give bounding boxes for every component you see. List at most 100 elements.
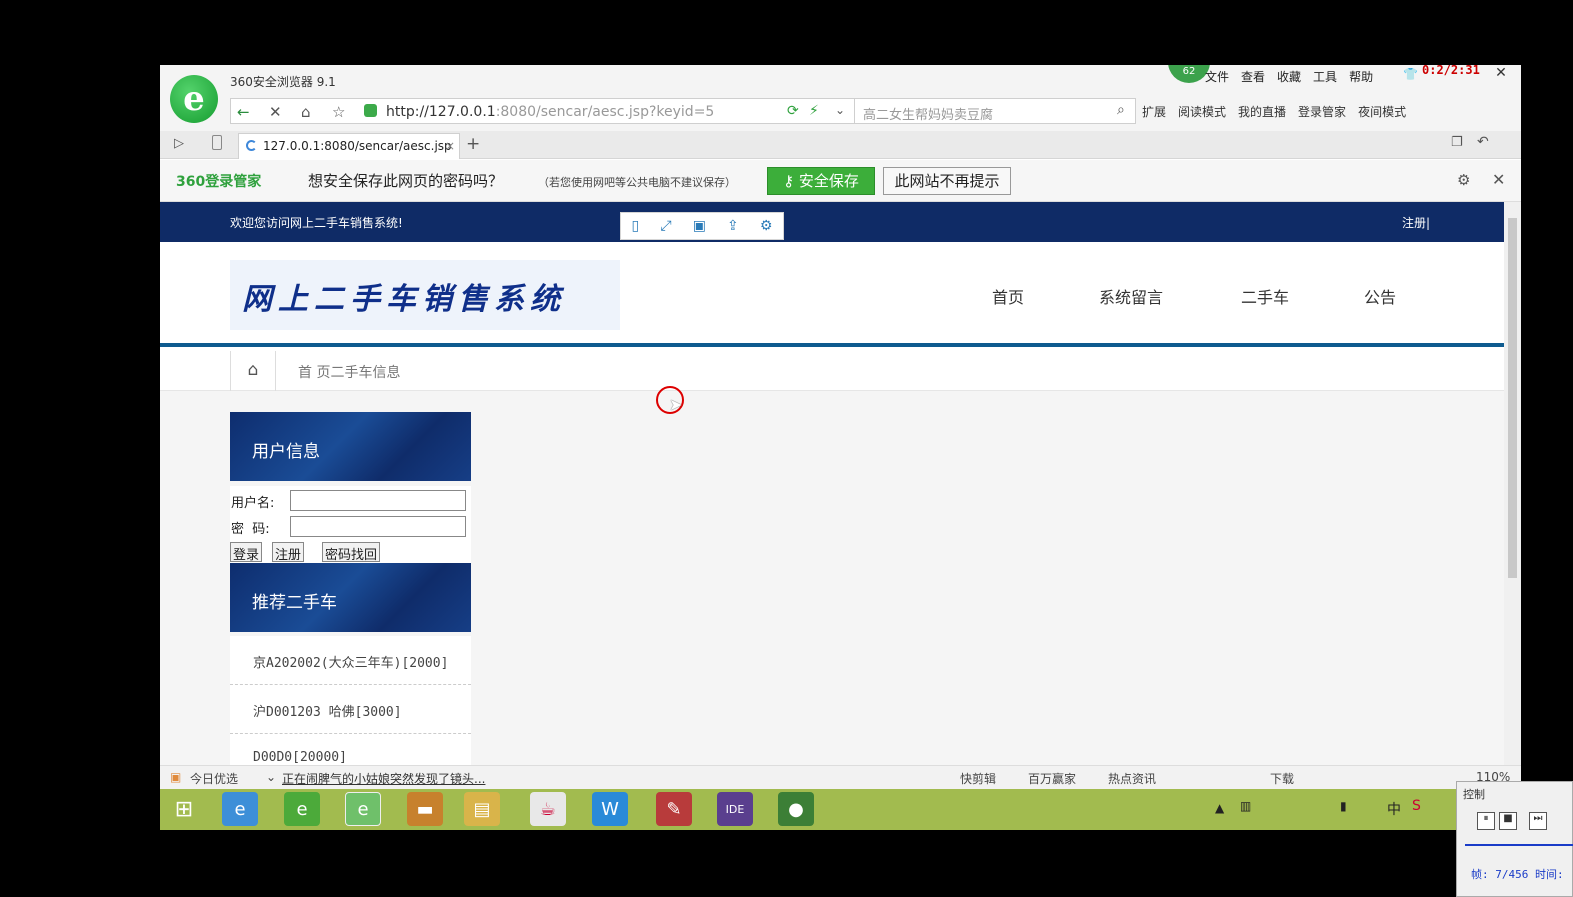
recording-timer: 0:2/2:31: [1422, 65, 1480, 77]
login-button[interactable]: 登录: [230, 542, 263, 563]
loading-spinner-icon: [246, 140, 257, 151]
360-browser-old-icon[interactable]: e: [284, 792, 320, 826]
stop-icon[interactable]: ✕: [269, 103, 282, 121]
control-title: 控制: [1463, 788, 1485, 801]
phone-icon[interactable]: ▯: [632, 218, 640, 234]
java-icon[interactable]: ☕: [530, 792, 566, 826]
browser-logo-icon: e: [170, 75, 218, 123]
sogou-icon[interactable]: S: [1412, 798, 1421, 814]
gift-icon: ▣: [170, 770, 182, 784]
download-button[interactable]: 下载: [1270, 770, 1294, 787]
password-field[interactable]: [290, 516, 466, 537]
daily-picks[interactable]: 今日优选: [190, 770, 238, 787]
password-save-bar: 360登录管家 想安全保存此网页的密码吗？ （若您使用网吧等公共电脑不建议保存）…: [160, 160, 1521, 202]
recorder-control-panel: 控制 ⏸ ■ ⏭ 帧: 7/456 时间:: [1456, 781, 1573, 897]
my-live-button[interactable]: 我的直播: [1238, 103, 1286, 120]
user-info-heading: 用户信息: [230, 412, 471, 481]
tray-up-icon[interactable]: ▲: [1215, 801, 1224, 815]
frame-counter: 帧: 7/456 时间:: [1471, 868, 1564, 881]
menu-help[interactable]: 帮助: [1349, 68, 1373, 85]
welcome-text: 欢迎您访问网上二手车销售系统!: [230, 216, 403, 230]
settings-icon[interactable]: ⚙: [760, 218, 773, 234]
register-button[interactable]: 注册: [272, 542, 305, 563]
new-tab-button[interactable]: +: [466, 134, 480, 154]
list-item[interactable]: 京A202002(大众三年车)[2000]: [230, 636, 471, 685]
login-manager-button[interactable]: 登录管家: [1298, 103, 1346, 120]
share-icon[interactable]: ⇪: [727, 218, 739, 234]
chevron-down-icon[interactable]: ⌄: [835, 103, 845, 117]
tray-network-icon[interactable]: ▥: [1240, 799, 1251, 813]
nav-messages[interactable]: 系统留言: [1099, 284, 1163, 308]
back-icon[interactable]: ←: [237, 103, 250, 121]
register-link[interactable]: 注册|: [1402, 214, 1430, 231]
next-frame-button[interactable]: ⏭: [1529, 812, 1547, 830]
url-field[interactable]: http://127.0.0.1:8080/sencar/aesc.jsp?ke…: [386, 104, 714, 120]
ie-icon[interactable]: e: [222, 792, 258, 826]
scrollbar-thumb[interactable]: [1508, 218, 1517, 578]
notepad-icon[interactable]: ✎: [656, 792, 692, 826]
site-logo[interactable]: 网上二手车销售系统: [230, 260, 620, 330]
360-browser-icon[interactable]: e: [345, 792, 381, 826]
undo-close-icon[interactable]: ↶: [1477, 134, 1489, 150]
night-mode-button[interactable]: 夜间模式: [1358, 103, 1406, 120]
javaee-ide-icon[interactable]: IDE: [717, 792, 753, 826]
folder-icon[interactable]: ▤: [464, 792, 500, 826]
menu-tools[interactable]: 工具: [1313, 68, 1337, 85]
ime-indicator[interactable]: 中: [1387, 799, 1401, 819]
score-badge[interactable]: 62: [1168, 65, 1210, 83]
username-field[interactable]: [290, 490, 466, 511]
close-window-button[interactable]: ✕: [1488, 65, 1514, 83]
start-button-icon[interactable]: ⊞: [166, 792, 202, 826]
page-scrollbar[interactable]: [1504, 202, 1521, 765]
menu-view[interactable]: 查看: [1241, 68, 1265, 85]
wps-icon[interactable]: W: [592, 792, 628, 826]
nav-home[interactable]: 首页: [992, 284, 1024, 308]
menu-file[interactable]: 文件: [1205, 68, 1229, 85]
password-note: （若您使用网吧等公共电脑不建议保存）: [538, 176, 736, 189]
tab-active[interactable]: 127.0.0.1:8080/sencar/aesc.jsp ×: [238, 133, 460, 159]
gear-icon[interactable]: ⚙: [1457, 171, 1470, 189]
secure-shield-icon: [364, 104, 377, 117]
close-tab-icon[interactable]: ×: [445, 139, 455, 153]
news-link[interactable]: 正在闹脾气的小姑娘突然发现了镜头...: [282, 770, 485, 787]
car-list: 京A202002(大众三年车)[2000] 沪D001203 哈佛[3000] …: [230, 636, 471, 783]
never-prompt-button[interactable]: 此网站不再提示: [883, 167, 1011, 195]
tray-signal-icon[interactable]: ▮: [1340, 799, 1347, 813]
nav-notices[interactable]: 公告: [1364, 284, 1396, 308]
recommended-cars-heading: 推荐二手车: [230, 563, 471, 632]
nav-used-cars[interactable]: 二手车: [1241, 284, 1289, 308]
list-item[interactable]: 沪D001203 哈佛[3000]: [230, 685, 471, 734]
recover-password-button[interactable]: 密码找回: [322, 542, 381, 563]
safe-save-button[interactable]: ⚷ 安全保存: [767, 167, 875, 195]
phone-icon[interactable]: [212, 135, 222, 150]
shirt-icon[interactable]: 👕: [1403, 67, 1418, 81]
chevron-down-icon[interactable]: ⌄: [266, 770, 276, 784]
home-icon[interactable]: ⌂: [301, 103, 311, 121]
key-icon: ⚷: [783, 172, 799, 190]
book-icon[interactable]: ▬: [407, 792, 443, 826]
menu-favorites[interactable]: 收藏: [1277, 68, 1301, 85]
million-winner-button[interactable]: 百万赢家: [1028, 770, 1076, 787]
progress-slider[interactable]: [1465, 844, 1573, 846]
sidebar-toggle-icon[interactable]: ▷: [174, 136, 184, 151]
quick-edit-button[interactable]: 快剪辑: [960, 770, 996, 787]
save-icon[interactable]: ▣: [693, 218, 706, 234]
search-box[interactable]: 高二女生帮妈妈卖豆腐 ⌕: [854, 98, 1136, 124]
url-host: http://127.0.0.1: [386, 104, 496, 120]
app-icon[interactable]: ●: [778, 792, 814, 826]
hot-news-button[interactable]: 热点资讯: [1108, 770, 1156, 787]
search-icon[interactable]: ⌕: [1117, 102, 1125, 118]
pause-button[interactable]: ⏸: [1477, 812, 1495, 830]
close-icon[interactable]: ✕: [1492, 170, 1505, 189]
tab-bar: ▷ 127.0.0.1:8080/sencar/aesc.jsp × + ❐ ↶: [160, 131, 1521, 159]
fullscreen-icon[interactable]: ⤢: [660, 218, 671, 234]
refresh-icon[interactable]: ⟳: [787, 103, 799, 119]
lightning-icon[interactable]: ⚡: [809, 103, 819, 119]
home-icon[interactable]: ⌂: [230, 351, 276, 391]
extensions-button[interactable]: 扩展: [1142, 103, 1166, 120]
reading-mode-button[interactable]: 阅读模式: [1178, 103, 1226, 120]
restore-tabs-icon[interactable]: ❐: [1451, 135, 1463, 150]
search-input[interactable]: 高二女生帮妈妈卖豆腐: [863, 104, 993, 123]
star-icon[interactable]: ☆: [332, 103, 345, 121]
stop-button[interactable]: ■: [1499, 812, 1517, 830]
